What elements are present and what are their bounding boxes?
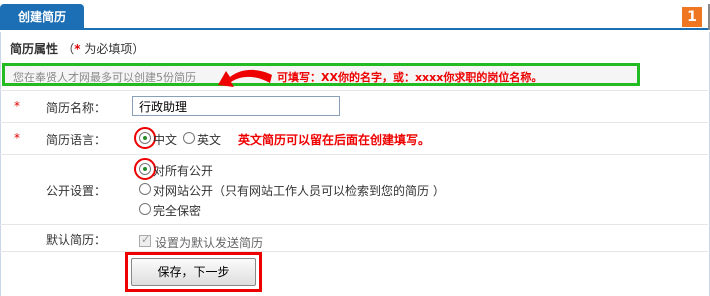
option-english-label: 英文 <box>197 133 222 147</box>
radio-private[interactable] <box>139 203 151 215</box>
required-star-language: * <box>14 131 20 145</box>
hint-box: 您在奉贤人才网最多可以创建5份简历 可填写：XX你的名字，或：xxxx你求职的岗… <box>2 63 640 86</box>
default-label: 默认简历： <box>45 233 106 247</box>
language-label: 简历语言： <box>45 133 106 147</box>
default-checkbox-label: 设置为默认发送简历 <box>155 236 264 250</box>
radio-chinese[interactable] <box>139 132 151 144</box>
name-label-wrap: * 简历名称： <box>0 99 106 116</box>
hint-annotation: 可填写：XX你的名字，或：xxxx你求职的岗位名称。 <box>277 71 543 84</box>
resume-name-input[interactable] <box>132 96 340 116</box>
option-public-all-label: 对所有公开 <box>153 164 214 178</box>
header-bar: 创建简历 1 <box>0 0 710 30</box>
required-note: 为必填项） <box>80 42 145 56</box>
radio-english[interactable] <box>183 132 195 144</box>
row-name: * 简历名称： <box>0 90 708 122</box>
option-public-site-label: 对网站公开（只有网站工作人员可以检索到您的简历 ） <box>153 184 445 198</box>
hint-text: 您在奉贤人才网最多可以创建5份简历 <box>13 71 196 84</box>
radio-public-all[interactable] <box>139 163 151 175</box>
language-label-wrap: * 简历语言： <box>0 131 106 148</box>
save-next-button[interactable]: 保存，下一步 <box>131 258 256 286</box>
radio-public-site[interactable] <box>139 183 151 195</box>
default-checkbox[interactable] <box>139 233 151 247</box>
section-title: 简历属性 （* 为必填项） <box>10 40 144 57</box>
language-annotation: 英文简历可以留在后面在创建填写。 <box>238 133 431 147</box>
option-chinese-label: 中文 <box>153 133 178 147</box>
tab-create-resume[interactable]: 创建简历 <box>0 4 84 30</box>
name-label: 简历名称： <box>45 101 106 115</box>
option-private-label: 完全保密 <box>153 204 202 218</box>
visibility-label: 公开设置： <box>45 184 106 198</box>
required-note-open: （ <box>62 42 75 56</box>
row-default: 默认简历： <box>0 224 708 252</box>
section-title-text: 简历属性 <box>10 42 59 56</box>
step-badge: 1 <box>682 7 702 27</box>
required-star-name: * <box>14 99 20 113</box>
